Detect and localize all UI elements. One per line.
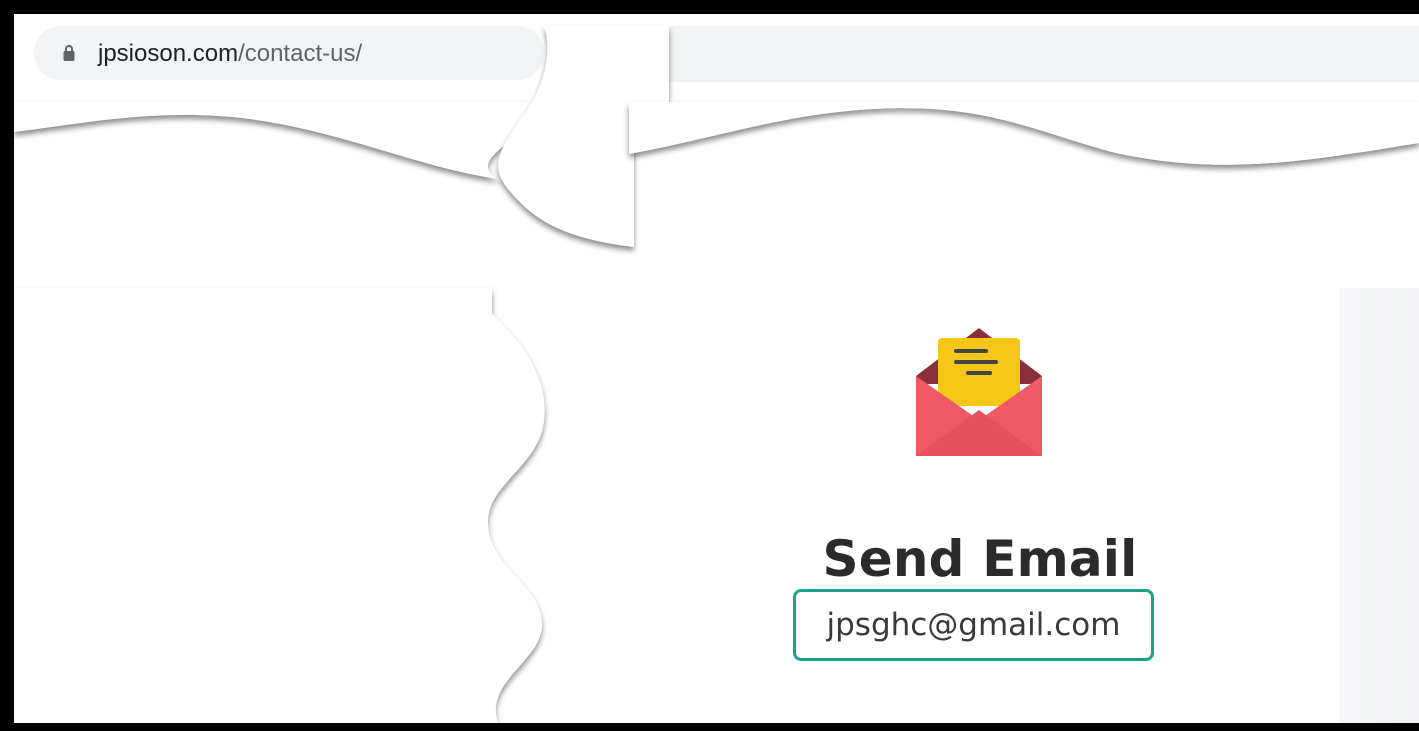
send-email-title: Send Email: [822, 530, 1138, 588]
email-address-box[interactable]: jpsghc@gmail.com: [793, 589, 1154, 661]
open-envelope-icon: [916, 328, 1042, 456]
browser-window: jpsioson.com/contact-us/ Send Email jpsg…: [14, 14, 1419, 723]
screenshot-frame: jpsioson.com/contact-us/ Send Email jpsg…: [0, 0, 1419, 731]
contact-content: Send Email jpsghc@gmail.com: [14, 14, 1419, 723]
email-address[interactable]: jpsghc@gmail.com: [827, 607, 1121, 643]
